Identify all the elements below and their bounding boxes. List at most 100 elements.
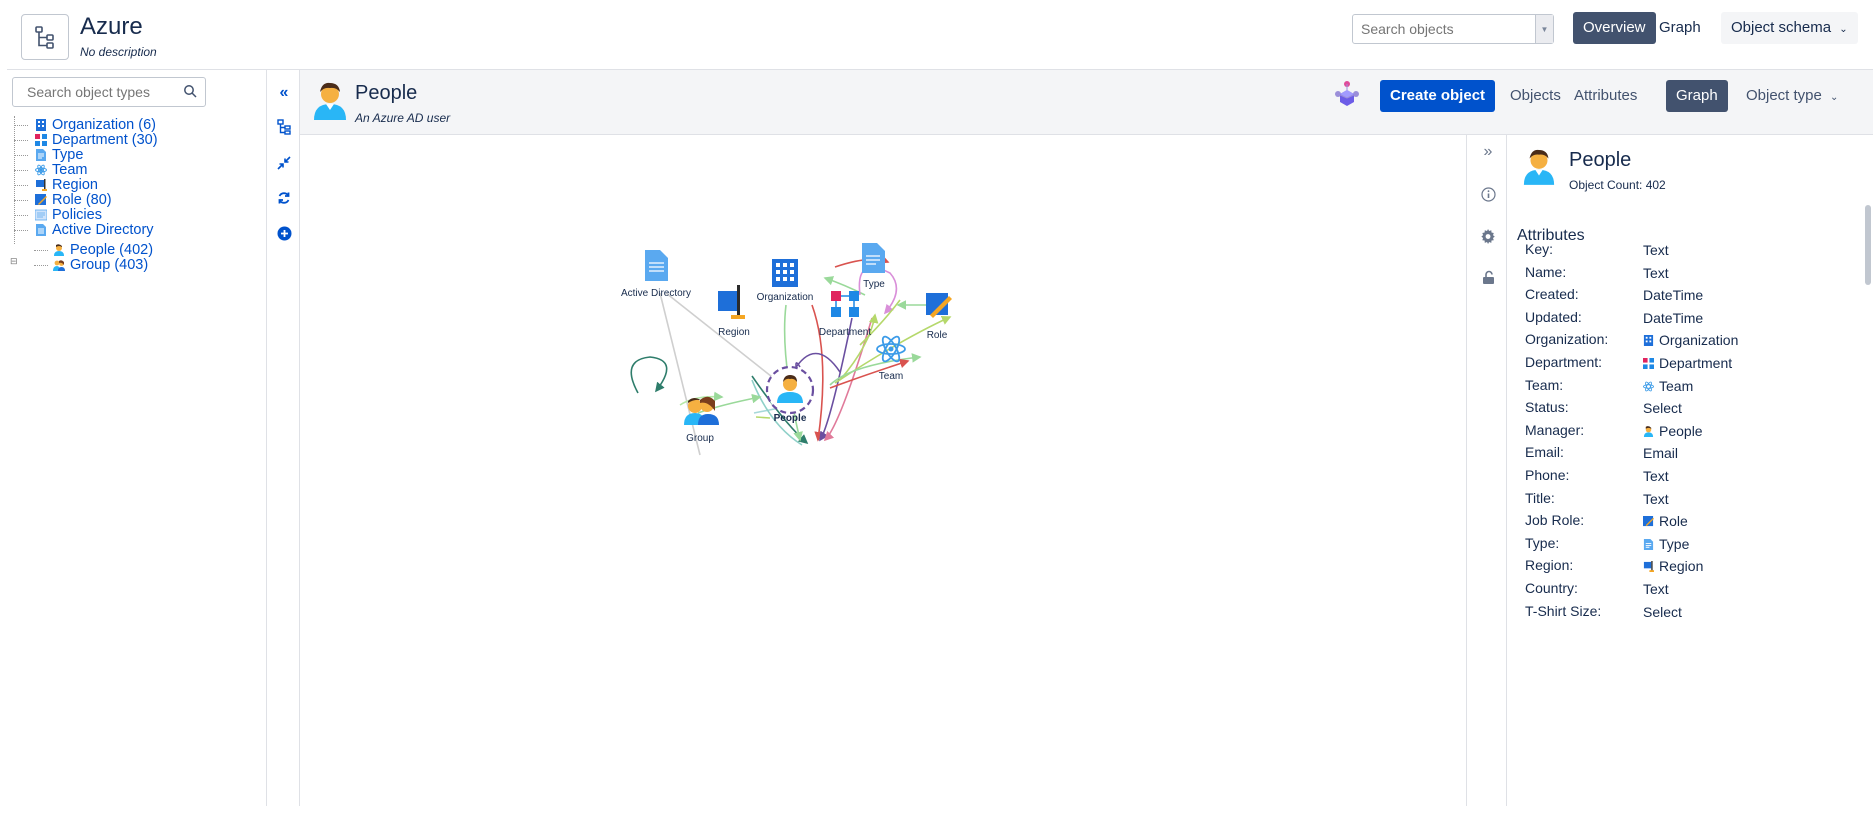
attribute-type: Select (1643, 604, 1682, 620)
attribute-type-label: Select (1643, 603, 1682, 620)
tree-guide (14, 116, 15, 244)
graph-node-region[interactable]: Region (718, 285, 750, 338)
attribute-type-label: Role (1659, 513, 1688, 530)
attribute-type-label: Text (1643, 242, 1669, 258)
tab-attributes[interactable]: Attributes (1564, 80, 1647, 112)
graph-node-department[interactable]: Department (819, 291, 871, 338)
tab-graph[interactable]: Graph (1666, 80, 1728, 112)
attribute-type-label: DateTime (1643, 309, 1704, 326)
add-circle-icon[interactable] (275, 224, 293, 242)
detail-scrollbar[interactable] (1865, 205, 1871, 285)
region-icon (36, 179, 47, 191)
hierarchy-icon[interactable] (275, 118, 293, 136)
schema-graph-canvas[interactable]: Active Directory Organization Type Regio… (300, 135, 1466, 806)
tree-expander-icon[interactable]: ⊟ (10, 256, 18, 267)
attribute-type: Text (1643, 265, 1669, 281)
attribute-key: Key: (1525, 241, 1554, 257)
object-type-search[interactable] (12, 77, 206, 107)
attribute-type: Select (1643, 400, 1682, 416)
attribute-row: Phone: Text (1525, 467, 1855, 487)
attribute-row: Manager: People (1525, 422, 1855, 442)
expand-right-icon[interactable]: » (1479, 143, 1497, 161)
refresh-icon[interactable] (275, 189, 293, 207)
tree-item-label: Group (403) (70, 257, 149, 273)
graph-svg[interactable]: Active Directory Organization Type Regio… (300, 135, 1466, 806)
object-schema-label: Object schema (1731, 19, 1832, 36)
type-icon (1643, 537, 1654, 550)
attribute-key: Manager: (1525, 421, 1585, 438)
detail-tool-strip: » (1466, 135, 1507, 806)
region-icon (1643, 559, 1654, 573)
department-icon (1643, 356, 1654, 369)
attribute-type-label: People (1659, 422, 1703, 439)
collapse-arrows-icon[interactable] (275, 154, 293, 172)
unlock-icon[interactable] (1479, 268, 1497, 286)
schema-icon[interactable] (21, 14, 69, 60)
attribute-type-label: Text (1643, 264, 1669, 281)
attribute-key: Phone: (1525, 467, 1570, 483)
attribute-key: Updated: (1525, 308, 1582, 325)
graph-node-people[interactable]: People (765, 365, 815, 424)
attribute-type-label: Organization (1659, 332, 1739, 349)
attribute-row: Type: Type (1525, 535, 1855, 555)
node-label: Region (718, 327, 750, 338)
tab-objects[interactable]: Objects (1500, 80, 1571, 112)
attribute-row: Email: Email (1525, 444, 1855, 464)
attribute-key: Department: (1525, 354, 1603, 370)
attribute-type-label: Text (1643, 581, 1669, 597)
schema-graph-icon[interactable] (1332, 80, 1362, 108)
graph-node-group[interactable]: Group (684, 396, 719, 444)
attribute-type: Text (1643, 491, 1669, 507)
object-schema-button[interactable]: Object schema ⌄ (1721, 12, 1858, 44)
node-label: Group (686, 433, 714, 444)
info-icon[interactable] (1479, 185, 1497, 203)
attribute-key: Title: (1525, 489, 1555, 506)
graph-node-active-directory[interactable]: Active Directory (621, 250, 691, 299)
object-count: Object Count: 402 (1569, 178, 1666, 192)
team-icon (35, 164, 47, 176)
attribute-row: Region: Region (1525, 557, 1855, 577)
graph-node-type[interactable]: Type (862, 243, 885, 290)
attribute-key: Type: (1525, 534, 1560, 551)
chevron-down-icon: ⌄ (1839, 24, 1848, 35)
attribute-row: Updated: DateTime (1525, 309, 1855, 329)
create-object-button[interactable]: Create object (1380, 80, 1496, 112)
object-type-search-input[interactable] (13, 78, 173, 106)
node-label: Active Directory (621, 288, 691, 299)
people-icon (54, 244, 64, 256)
attribute-type: Email (1643, 445, 1678, 461)
graph-button[interactable]: Graph (1649, 12, 1711, 44)
node-label: Team (879, 371, 903, 382)
gear-icon[interactable] (1479, 227, 1497, 245)
attribute-type-label: DateTime (1643, 287, 1704, 304)
attribute-row: Organization: Organization (1525, 331, 1855, 351)
object-type-description: An Azure AD user (355, 111, 451, 125)
role-icon (1643, 514, 1654, 527)
collapse-left-icon[interactable]: « (275, 84, 293, 102)
graph-node-organization[interactable]: Organization (757, 259, 814, 303)
team-icon (1643, 379, 1654, 391)
node-label: Department (819, 327, 871, 338)
search-objects-field[interactable]: ▼ (1352, 14, 1554, 44)
node-label: Organization (757, 292, 814, 303)
people-avatar-icon (1523, 149, 1555, 185)
type-icon (36, 149, 46, 161)
object-type-menu[interactable]: Object type ⌄ (1736, 80, 1848, 112)
attribute-type-label: Type (1659, 535, 1690, 552)
attribute-type: DateTime (1643, 287, 1703, 303)
attribute-type: Type (1643, 536, 1689, 552)
detail-title: People (1569, 149, 1632, 171)
attribute-type-label: Select (1643, 400, 1682, 417)
search-objects-input[interactable] (1353, 15, 1528, 43)
node-label: People (774, 413, 807, 424)
node-label: Role (927, 330, 948, 341)
attribute-type: Department (1643, 355, 1732, 371)
object-type-detail-panel: People Object Count: 402 Attributes Key:… (1507, 135, 1873, 806)
attribute-key: Team: (1525, 376, 1564, 393)
attribute-type: Team (1643, 378, 1693, 394)
attribute-row: Country: Text (1525, 580, 1855, 600)
overview-button[interactable]: Overview (1573, 12, 1656, 44)
chevron-down-icon[interactable]: ▼ (1535, 15, 1553, 43)
policies-icon (35, 209, 47, 221)
attribute-key: Organization: (1525, 331, 1609, 348)
